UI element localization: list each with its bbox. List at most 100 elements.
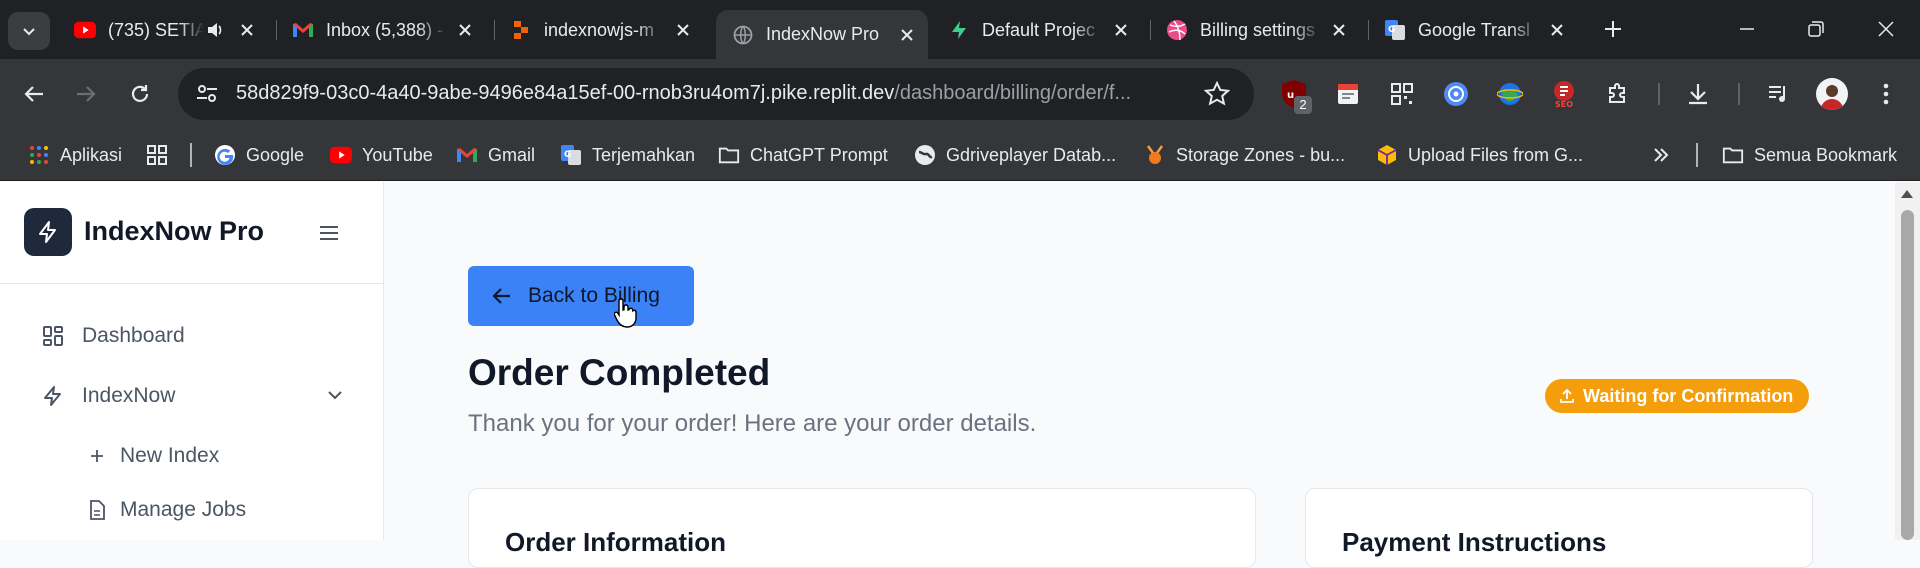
bookmark-label: Gmail xyxy=(488,144,536,165)
sidebar-item-label: Manage Jobs xyxy=(120,498,247,521)
sidebar-item-new-index[interactable]: New Index xyxy=(88,434,219,478)
youtube-icon xyxy=(74,19,96,41)
site-info-icon[interactable] xyxy=(194,80,220,111)
tab-gmail[interactable]: Inbox (5,388) - xyxy=(276,10,486,50)
bookmark-label: Gdriveplayer Datab... xyxy=(946,144,1117,165)
bookmark-aplikasi[interactable]: Aplikasi xyxy=(28,141,122,169)
extension-badge: 2 xyxy=(1294,96,1312,114)
tab-indexnow-pro[interactable]: IndexNow Pro xyxy=(716,10,928,59)
bookmark-tab-groups[interactable] xyxy=(146,141,178,169)
new-tab-button[interactable] xyxy=(1598,14,1628,44)
close-icon[interactable] xyxy=(896,24,918,46)
bookmark-chatgpt-prompt[interactable]: ChatGPT Prompt xyxy=(718,141,888,169)
card-title: Order Information xyxy=(505,527,727,557)
page-scrollbar[interactable] xyxy=(1895,182,1920,540)
vpn-extension-icon[interactable] xyxy=(1440,78,1472,110)
chevron-double-right-icon xyxy=(1654,148,1669,162)
bookmark-youtube[interactable]: YouTube xyxy=(330,141,433,169)
close-icon[interactable] xyxy=(236,19,258,41)
tab-title: Default Projec xyxy=(982,19,1096,40)
qr-code-extension-icon[interactable] xyxy=(1386,78,1418,110)
url-host: 58d829f9-03c0-4a40-9abe-9496e84a15ef-00-… xyxy=(236,82,895,104)
supabase-icon xyxy=(948,19,970,41)
hamburger-icon xyxy=(320,226,338,240)
apps-grid-icon xyxy=(28,144,50,166)
earth-extension-icon[interactable] xyxy=(1494,78,1526,110)
bookmark-star-icon[interactable] xyxy=(1203,80,1231,112)
app-viewport: IndexNow Pro Dashboard IndexNow New Inde… xyxy=(0,182,1920,568)
speaker-icon[interactable] xyxy=(204,19,226,41)
bookmarks-bar: Aplikasi Google YouTube Gmail G Terjemah… xyxy=(0,129,1920,181)
tab-search-button[interactable] xyxy=(8,12,50,50)
notes-extension-icon[interactable] xyxy=(1332,78,1364,110)
address-bar[interactable]: 58d829f9-03c0-4a40-9abe-9496e84a15ef-00-… xyxy=(178,68,1254,120)
close-icon[interactable] xyxy=(1546,19,1568,41)
back-nav-button[interactable] xyxy=(16,76,52,112)
bookmark-upload-files[interactable]: Upload Files from G... xyxy=(1376,141,1583,169)
bookmark-separator xyxy=(1696,143,1698,167)
seo-extension-icon[interactable]: SEO xyxy=(1548,78,1580,110)
url-text[interactable]: 58d829f9-03c0-4a40-9abe-9496e84a15ef-00-… xyxy=(236,82,1166,105)
close-icon[interactable] xyxy=(672,19,694,41)
more-bookmarks-button[interactable] xyxy=(1652,141,1670,169)
gmail-icon xyxy=(292,19,314,41)
sidebar-item-indexnow[interactable]: IndexNow xyxy=(40,374,344,418)
ublock-extension-icon[interactable]: u 2 xyxy=(1278,78,1312,114)
avatar[interactable] xyxy=(1816,78,1848,110)
google-icon xyxy=(214,144,236,166)
close-window-button[interactable] xyxy=(1871,14,1901,44)
status-badge: Waiting for Confirmation xyxy=(1545,379,1810,413)
bookmark-gdriveplayer[interactable]: Gdriveplayer Datab... xyxy=(914,141,1116,169)
upload-icon xyxy=(1559,388,1575,404)
bookmark-google[interactable]: Google xyxy=(214,141,304,169)
menu-toggle-button[interactable] xyxy=(316,220,342,246)
all-bookmarks-folder[interactable]: Semua Bookmark xyxy=(1722,141,1897,169)
url-path: /dashboard/billing/order/f... xyxy=(894,82,1132,104)
back-to-billing-button[interactable]: Back to Billing xyxy=(468,266,694,326)
bookmark-label: Semua Bookmark xyxy=(1754,144,1898,165)
replit-icon xyxy=(510,19,532,41)
tab-replit[interactable]: indexnowjs-m xyxy=(494,10,704,50)
minimize-button[interactable] xyxy=(1732,14,1762,44)
bookmark-label: YouTube xyxy=(362,144,433,165)
close-icon xyxy=(1878,21,1894,37)
restore-button[interactable] xyxy=(1801,14,1831,44)
main-content: Back to Billing Order Completed Thank yo… xyxy=(385,182,1895,568)
extensions-puzzle-icon[interactable] xyxy=(1602,78,1634,110)
brand-name: IndexNow Pro xyxy=(84,216,265,246)
hand-cursor-icon xyxy=(614,298,637,328)
chrome-menu-icon[interactable] xyxy=(1870,78,1902,110)
svg-text:G: G xyxy=(1388,25,1395,35)
tab-supabase[interactable]: Default Projec xyxy=(932,10,1142,50)
tab-google-translate[interactable]: G Google Transl xyxy=(1368,10,1578,50)
folder-icon xyxy=(1722,144,1744,166)
close-icon[interactable] xyxy=(454,19,476,41)
bolt-icon xyxy=(39,221,56,243)
media-control-icon[interactable] xyxy=(1762,78,1794,110)
bookmark-separator xyxy=(190,143,192,167)
sidebar-item-label: New Index xyxy=(120,444,220,467)
globe-icon xyxy=(732,24,754,46)
tab-billing-settings[interactable]: Billing settings xyxy=(1150,10,1360,50)
bookmark-storage-zones[interactable]: Storage Zones - bu... xyxy=(1144,141,1345,169)
download-icon[interactable] xyxy=(1682,78,1714,110)
close-icon[interactable] xyxy=(1328,19,1350,41)
bookmark-terjemahkan[interactable]: G Terjemahkan xyxy=(560,141,695,169)
page-title: Order Completed xyxy=(468,352,771,393)
bookmark-label: Terjemahkan xyxy=(592,144,696,165)
sidebar-item-manage-jobs[interactable]: Manage Jobs xyxy=(88,488,246,532)
scroll-thumb[interactable] xyxy=(1901,210,1914,540)
tab-youtube[interactable]: (735) SETIA xyxy=(58,10,268,50)
bookmark-label: Storage Zones - bu... xyxy=(1176,144,1346,165)
close-icon[interactable] xyxy=(1110,19,1132,41)
bunny-icon xyxy=(1144,144,1166,166)
reload-button[interactable] xyxy=(122,76,158,112)
tab-title: Google Transl xyxy=(1418,19,1531,40)
dribbble-icon xyxy=(1166,19,1188,41)
sidebar-item-dashboard[interactable]: Dashboard xyxy=(40,314,185,358)
bookmark-gmail[interactable]: Gmail xyxy=(456,141,535,169)
scroll-up-arrow[interactable] xyxy=(1901,190,1913,198)
forward-nav-button[interactable] xyxy=(68,76,104,112)
tab-title: (735) SETIA xyxy=(108,19,204,40)
tab-title: IndexNow Pro xyxy=(766,24,880,44)
